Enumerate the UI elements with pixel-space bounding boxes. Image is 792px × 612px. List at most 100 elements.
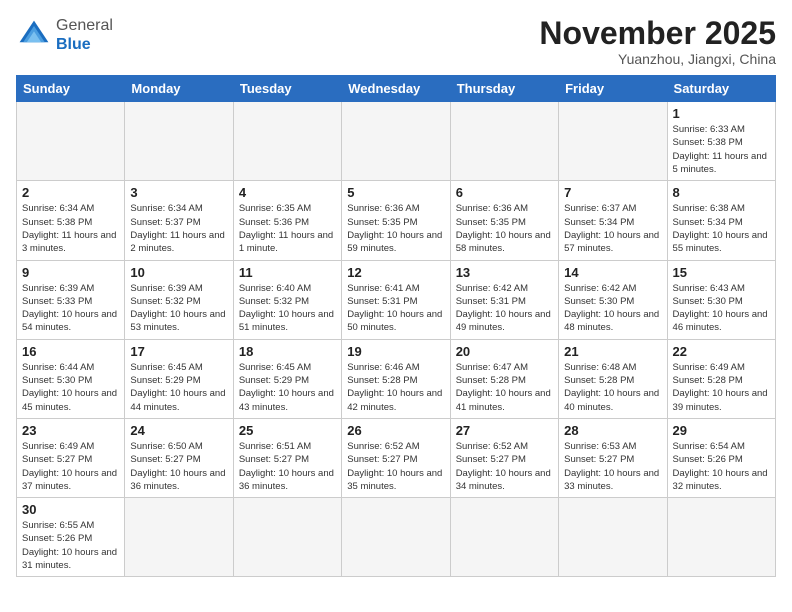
empty-cell [233,498,341,577]
day-number: 1 [673,106,770,121]
day-info: Sunrise: 6:34 AMSunset: 5:37 PMDaylight:… [130,202,227,255]
day-info: Sunrise: 6:42 AMSunset: 5:30 PMDaylight:… [564,282,661,335]
day-number: 9 [22,265,119,280]
calendar-day-14: 14 Sunrise: 6:42 AMSunset: 5:30 PMDayligh… [559,260,667,339]
empty-cell [17,102,125,181]
logo-blue-text: Blue [56,36,91,53]
day-number: 24 [130,423,227,438]
day-info: Sunrise: 6:34 AMSunset: 5:38 PMDaylight:… [22,202,119,255]
day-number: 3 [130,185,227,200]
empty-cell [450,498,558,577]
calendar-day-17: 17 Sunrise: 6:45 AMSunset: 5:29 PMDayligh… [125,339,233,418]
day-number: 10 [130,265,227,280]
calendar-row: 2 Sunrise: 6:34 AMSunset: 5:38 PMDaylight… [17,181,776,260]
day-number: 14 [564,265,661,280]
calendar-day-1: 1 Sunrise: 6:33 AMSunset: 5:38 PMDaylight… [667,102,775,181]
day-number: 4 [239,185,336,200]
day-info: Sunrise: 6:49 AMSunset: 5:28 PMDaylight:… [673,361,770,414]
header-tuesday: Tuesday [233,76,341,102]
day-info: Sunrise: 6:51 AMSunset: 5:27 PMDaylight:… [239,440,336,493]
calendar-day-19: 19 Sunrise: 6:46 AMSunset: 5:28 PMDayligh… [342,339,450,418]
day-info: Sunrise: 6:52 AMSunset: 5:27 PMDaylight:… [347,440,444,493]
logo-icon [16,17,52,53]
calendar-day-7: 7 Sunrise: 6:37 AMSunset: 5:34 PMDaylight… [559,181,667,260]
calendar-row: 23Sunrise: 6:49 AMSunset: 5:27 PMDayligh… [17,418,776,497]
day-info: Sunrise: 6:45 AMSunset: 5:29 PMDaylight:… [239,361,336,414]
header-monday: Monday [125,76,233,102]
day-number: 27 [456,423,553,438]
day-number: 2 [22,185,119,200]
day-info: Sunrise: 6:43 AMSunset: 5:30 PMDaylight:… [673,282,770,335]
day-info: Sunrise: 6:42 AMSunset: 5:31 PMDaylight:… [456,282,553,335]
calendar-row: 9 Sunrise: 6:39 AMSunset: 5:33 PMDaylight… [17,260,776,339]
page-header: General Blue November 2025 Yuanzhou, Jia… [16,16,776,67]
title-block: November 2025 Yuanzhou, Jiangxi, China [539,16,776,67]
day-number: 12 [347,265,444,280]
calendar-day-30: 30Sunrise: 6:55 AMSunset: 5:26 PMDayligh… [17,498,125,577]
calendar-day-10: 10Sunrise: 6:39 AMSunset: 5:32 PMDayligh… [125,260,233,339]
calendar-day-2: 2 Sunrise: 6:34 AMSunset: 5:38 PMDaylight… [17,181,125,260]
calendar-day-27: 27Sunrise: 6:52 AMSunset: 5:27 PMDayligh… [450,418,558,497]
header-sunday: Sunday [17,76,125,102]
day-number: 19 [347,344,444,359]
calendar-day-20: 20Sunrise: 6:47 AMSunset: 5:28 PMDayligh… [450,339,558,418]
day-info: Sunrise: 6:40 AMSunset: 5:32 PMDaylight:… [239,282,336,335]
logo: General Blue [16,16,113,54]
calendar-day-23: 23Sunrise: 6:49 AMSunset: 5:27 PMDayligh… [17,418,125,497]
day-info: Sunrise: 6:38 AMSunset: 5:34 PMDaylight:… [673,202,770,255]
day-number: 25 [239,423,336,438]
calendar-day-5: 5 Sunrise: 6:36 AMSunset: 5:35 PMDaylight… [342,181,450,260]
day-info: Sunrise: 6:45 AMSunset: 5:29 PMDaylight:… [130,361,227,414]
header-saturday: Saturday [667,76,775,102]
calendar-day-18: 18Sunrise: 6:45 AMSunset: 5:29 PMDayligh… [233,339,341,418]
day-info: Sunrise: 6:54 AMSunset: 5:26 PMDaylight:… [673,440,770,493]
day-info: Sunrise: 6:47 AMSunset: 5:28 PMDaylight:… [456,361,553,414]
day-number: 5 [347,185,444,200]
weekday-header-row: Sunday Monday Tuesday Wednesday Thursday… [17,76,776,102]
empty-cell [667,498,775,577]
day-info: Sunrise: 6:37 AMSunset: 5:34 PMDaylight:… [564,202,661,255]
calendar-day-29: 29Sunrise: 6:54 AMSunset: 5:26 PMDayligh… [667,418,775,497]
calendar-day-21: 21Sunrise: 6:48 AMSunset: 5:28 PMDayligh… [559,339,667,418]
empty-cell [450,102,558,181]
day-info: Sunrise: 6:46 AMSunset: 5:28 PMDaylight:… [347,361,444,414]
day-number: 17 [130,344,227,359]
empty-cell [125,498,233,577]
day-number: 15 [673,265,770,280]
calendar-day-24: 24 Sunrise: 6:50 AMSunset: 5:27 PMDayligh… [125,418,233,497]
location: Yuanzhou, Jiangxi, China [539,51,776,67]
calendar-row: 1 Sunrise: 6:33 AMSunset: 5:38 PMDaylight… [17,102,776,181]
day-info: Sunrise: 6:39 AMSunset: 5:33 PMDaylight:… [22,282,119,335]
empty-cell [125,102,233,181]
calendar-row: 30Sunrise: 6:55 AMSunset: 5:26 PMDayligh… [17,498,776,577]
day-info: Sunrise: 6:33 AMSunset: 5:38 PMDaylight:… [673,123,770,176]
day-info: Sunrise: 6:41 AMSunset: 5:31 PMDaylight:… [347,282,444,335]
day-number: 28 [564,423,661,438]
calendar-day-9: 9 Sunrise: 6:39 AMSunset: 5:33 PMDaylight… [17,260,125,339]
header-friday: Friday [559,76,667,102]
empty-cell [233,102,341,181]
day-info: Sunrise: 6:44 AMSunset: 5:30 PMDaylight:… [22,361,119,414]
calendar-day-8: 8Sunrise: 6:38 AMSunset: 5:34 PMDaylight… [667,181,775,260]
empty-cell [342,102,450,181]
calendar-day-13: 13 Sunrise: 6:42 AMSunset: 5:31 PMDayligh… [450,260,558,339]
day-info: Sunrise: 6:35 AMSunset: 5:36 PMDaylight:… [239,202,336,255]
day-number: 22 [673,344,770,359]
empty-cell [342,498,450,577]
calendar-day-25: 25 Sunrise: 6:51 AMSunset: 5:27 PMDayligh… [233,418,341,497]
day-info: Sunrise: 6:50 AMSunset: 5:27 PMDaylight:… [130,440,227,493]
header-wednesday: Wednesday [342,76,450,102]
day-number: 6 [456,185,553,200]
day-info: Sunrise: 6:49 AMSunset: 5:27 PMDaylight:… [22,440,119,493]
day-number: 13 [456,265,553,280]
day-info: Sunrise: 6:55 AMSunset: 5:26 PMDaylight:… [22,519,119,572]
day-number: 11 [239,265,336,280]
day-info: Sunrise: 6:36 AMSunset: 5:35 PMDaylight:… [347,202,444,255]
month-title: November 2025 [539,16,776,51]
header-thursday: Thursday [450,76,558,102]
day-info: Sunrise: 6:36 AMSunset: 5:35 PMDaylight:… [456,202,553,255]
day-number: 7 [564,185,661,200]
day-number: 16 [22,344,119,359]
calendar-day-12: 12 Sunrise: 6:41 AMSunset: 5:31 PMDayligh… [342,260,450,339]
calendar-row: 16 Sunrise: 6:44 AMSunset: 5:30 PMDayligh… [17,339,776,418]
